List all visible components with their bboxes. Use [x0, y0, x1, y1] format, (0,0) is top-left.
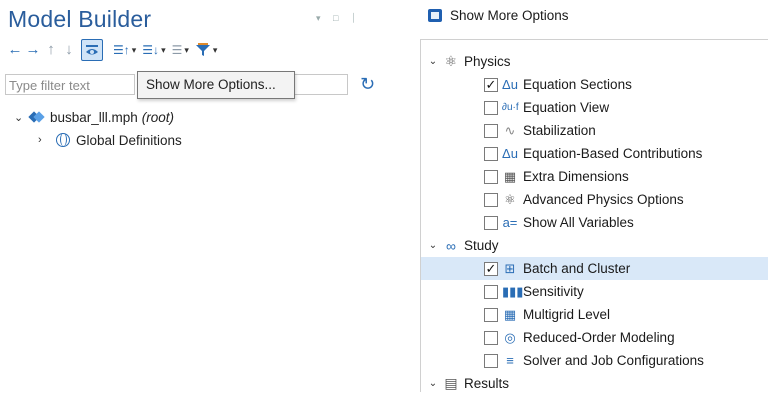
model-builder-toolbar: ← → ↑ ↓ ☰↑ ▾ ☰↓ ▾ ☰ ▾ ▾: [6, 39, 217, 61]
global-definitions-label: Global Definitions: [76, 132, 182, 148]
extra-dimensions-icon: ▦: [503, 168, 517, 184]
show-more-options-tooltip: Show More Options...: [137, 71, 295, 99]
chevron-down-icon[interactable]: ⌄: [427, 240, 439, 251]
option-label: Stabilization: [523, 123, 596, 138]
option-reduced-order-modeling[interactable]: ◎ Reduced-Order Modeling: [421, 326, 768, 349]
filter-input-tail[interactable]: [290, 74, 348, 95]
stabilization-icon: ∿: [504, 122, 516, 138]
chevron-down-icon[interactable]: ⌄: [427, 378, 439, 389]
option-solver-and-job-configurations[interactable]: ≡ Solver and Job Configurations: [421, 349, 768, 372]
option-equation-sections[interactable]: ✓ Δu Equation Sections: [421, 73, 768, 96]
category-physics[interactable]: ⌄ ⚛ Physics: [421, 50, 768, 73]
sensitivity-icon: ▮▮▮: [502, 283, 524, 299]
category-label: Physics: [464, 54, 511, 69]
option-stabilization[interactable]: ∿ Stabilization: [421, 119, 768, 142]
results-icon: ▤: [444, 375, 458, 391]
category-label: Results: [464, 376, 510, 391]
option-equation-view[interactable]: ∂u·f Equation View: [421, 96, 768, 119]
eye-icon: [86, 45, 98, 55]
option-label: Batch and Cluster: [523, 261, 631, 276]
option-batch-and-cluster[interactable]: ✓ ⊞ Batch and Cluster: [421, 257, 768, 280]
tree-expand-icon: ☰↑: [113, 43, 130, 57]
option-label: Show All Variables: [523, 215, 634, 230]
globe-icon: [56, 133, 70, 147]
option-label: Reduced-Order Modeling: [523, 330, 675, 345]
filter-input[interactable]: Type filter text: [5, 74, 135, 95]
option-label: Advanced Physics Options: [523, 192, 684, 207]
category-study[interactable]: ⌄ ∞ Study: [421, 234, 768, 257]
checkbox[interactable]: [484, 100, 498, 115]
checkbox[interactable]: [484, 284, 498, 299]
checkbox[interactable]: [484, 123, 498, 138]
atom-icon: ⚛: [504, 191, 516, 207]
chevron-down-icon: ▾: [212, 44, 218, 55]
options-tree: ⌄ ⚛ Physics ✓ Δu Equation Sections ∂u·f …: [420, 39, 768, 392]
show-more-options-dialog: Show More Options ⌄ ⚛ Physics ✓ Δu Equat…: [420, 0, 768, 392]
checkbox[interactable]: [484, 169, 498, 184]
model-builder-pane: Model Builder ▾ □ ⏐ ← → ↑ ↓ ☰↑ ▾ ☰↓ ▾ ☰ ▾ ▾: [0, 0, 392, 392]
tree-collapse-icon: ☰↓: [142, 43, 160, 57]
forward-arrow-icon[interactable]: →: [24, 40, 42, 60]
chevron-down-icon[interactable]: ⌄: [427, 56, 439, 67]
move-up-icon[interactable]: ↑: [42, 40, 60, 60]
chevron-down-icon: ▾: [161, 44, 166, 55]
category-label: Study: [464, 238, 499, 253]
show-more-options-button[interactable]: [81, 39, 103, 61]
option-label: Equation-Based Contributions: [523, 146, 703, 161]
chevron-down-icon: ▾: [131, 44, 137, 55]
refresh-icon[interactable]: ↻: [360, 74, 375, 95]
checkbox[interactable]: [484, 192, 498, 207]
solver-icon: ≡: [506, 353, 514, 368]
model-root-icon: [30, 111, 44, 123]
option-label: Solver and Job Configurations: [523, 353, 704, 368]
chevron-down-icon: ▾: [184, 44, 189, 55]
checkbox[interactable]: [484, 215, 498, 230]
root-tag-label: (root): [141, 109, 175, 125]
tree-root-row[interactable]: ⌄ busbar_lll.mph (root): [14, 107, 174, 127]
option-equation-based-contributions[interactable]: Δu Equation-Based Contributions: [421, 142, 768, 165]
option-advanced-physics-options[interactable]: ⚛ Advanced Physics Options: [421, 188, 768, 211]
chevron-right-icon[interactable]: ›: [38, 134, 52, 146]
checkbox[interactable]: ✓: [484, 77, 498, 92]
batch-icon: ⊞: [504, 260, 516, 276]
option-show-all-variables[interactable]: a= Show All Variables: [421, 211, 768, 234]
delta-u-icon: Δu: [502, 77, 518, 92]
checkbox[interactable]: [484, 146, 498, 161]
root-file-label: busbar_lll.mph: [50, 109, 138, 125]
option-label: Multigrid Level: [523, 307, 611, 322]
move-down-icon[interactable]: ↓: [60, 40, 78, 60]
option-label: Equation Sections: [523, 77, 632, 92]
rom-icon: ◎: [504, 329, 516, 345]
delta-u-dot-icon: Δu: [502, 146, 518, 161]
multigrid-icon: ▦: [503, 306, 517, 322]
option-sensitivity[interactable]: ▮▮▮ Sensitivity: [421, 280, 768, 303]
window-icon: [428, 9, 442, 22]
option-label: Extra Dimensions: [523, 169, 629, 184]
option-label: Sensitivity: [523, 284, 584, 299]
checkbox[interactable]: ✓: [484, 261, 498, 276]
filter-menu-button[interactable]: ▾: [195, 43, 218, 57]
checkbox[interactable]: [484, 330, 498, 345]
option-label: Equation View: [523, 100, 610, 115]
dialog-title: Show More Options: [450, 8, 569, 23]
chevron-down-icon[interactable]: ⌄: [14, 111, 28, 124]
study-icon: ∞: [446, 237, 456, 254]
a-equals-icon: a=: [502, 215, 518, 230]
checkbox[interactable]: [484, 307, 498, 322]
collapse-tree-button[interactable]: ☰↓ ▾: [142, 43, 165, 57]
list-icon: ☰: [171, 43, 183, 57]
list-view-button[interactable]: ☰ ▾: [172, 43, 189, 57]
tree-global-definitions-row[interactable]: › Global Definitions: [38, 130, 182, 150]
model-builder-title: Model Builder: [8, 6, 152, 32]
back-arrow-icon[interactable]: ←: [6, 40, 24, 60]
option-multigrid-level[interactable]: ▦ Multigrid Level: [421, 303, 768, 326]
option-extra-dimensions[interactable]: ▦ Extra Dimensions: [421, 165, 768, 188]
funnel-icon: [195, 43, 210, 56]
checkbox[interactable]: [484, 353, 498, 368]
dialog-header: Show More Options: [428, 8, 569, 23]
equation-view-icon: ∂u·f: [502, 102, 519, 113]
expand-tree-button[interactable]: ☰↑ ▾: [113, 43, 136, 57]
atom-icon: ⚛: [444, 53, 458, 69]
window-controls[interactable]: ▾ □ ⏐: [316, 13, 361, 24]
